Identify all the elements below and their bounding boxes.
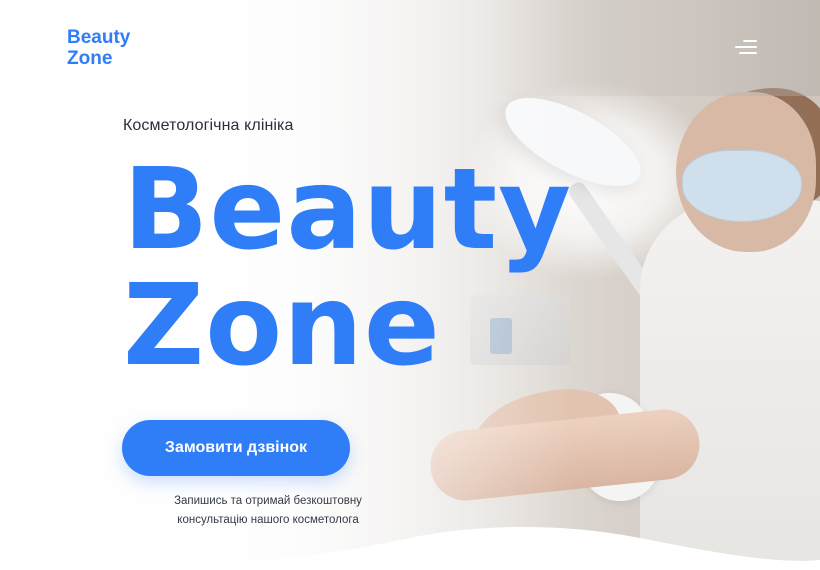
- bottom-wave-divider: [0, 526, 820, 570]
- page: Beauty Zone Косметологічна клініка Beaut…: [0, 0, 820, 570]
- hero-subtitle: Косметологічна клініка: [123, 117, 294, 134]
- brand-logo[interactable]: Beauty Zone: [67, 27, 130, 69]
- hero-title: Beauty Zone: [123, 152, 572, 384]
- logo-line-1: Beauty: [67, 27, 131, 48]
- site-header: Beauty Zone: [0, 0, 820, 96]
- hero-title-line-2: Zone: [123, 261, 441, 391]
- hero-title-line-1: Beauty: [123, 145, 573, 275]
- hamburger-menu-icon[interactable]: [731, 37, 757, 57]
- order-call-button[interactable]: Замовити дзвінок: [122, 420, 350, 476]
- logo-line-2: Zone: [67, 48, 113, 69]
